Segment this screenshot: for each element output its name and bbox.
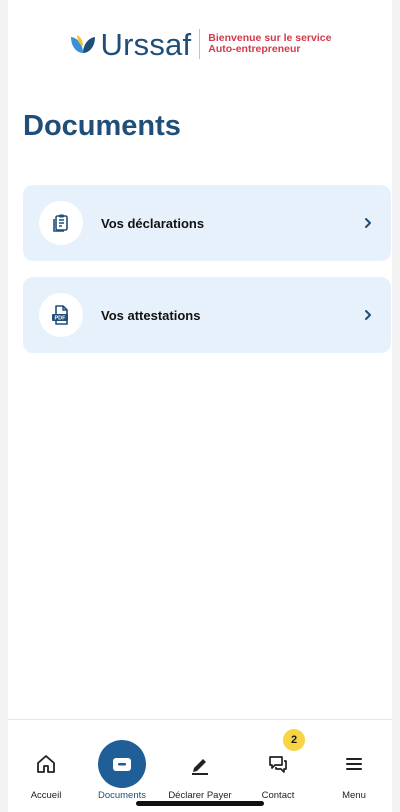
nav-label: Documents [97, 790, 147, 801]
contact-notification-badge: 2 [283, 729, 305, 751]
chevron-right-icon [365, 218, 371, 228]
vos-attestations-card[interactable]: PDF Vos attestations [23, 277, 391, 353]
nav-item-menu[interactable]: Menu [316, 720, 392, 812]
urssaf-logo: Urssaf [69, 29, 192, 60]
nav-label: Accueil [30, 790, 62, 801]
home-indicator [136, 801, 264, 806]
bottom-navigation: Accueil Documents Déclarer Payer 2 Conta… [8, 719, 392, 812]
home-icon [37, 755, 55, 773]
chat-icon [269, 756, 287, 773]
app-header: Urssaf Bienvenue sur le service Auto-ent… [8, 22, 392, 66]
tagline-line-2: Auto-entrepreneur [208, 43, 301, 55]
nav-item-accueil[interactable]: Accueil [8, 720, 84, 812]
nav-item-declarer-payer[interactable]: Déclarer Payer [162, 720, 238, 812]
pdf-file-icon: PDF [52, 305, 68, 325]
nav-item-documents[interactable]: Documents [84, 720, 160, 812]
nav-label: Menu [342, 790, 366, 801]
hamburger-menu-icon [346, 758, 362, 770]
declaration-document-icon [53, 214, 68, 232]
nav-item-contact[interactable]: 2 Contact [240, 720, 316, 812]
urssaf-logo-mark-icon [70, 35, 95, 53]
chevron-right-icon [365, 310, 371, 320]
folder-icon [113, 758, 131, 771]
brand-name: Urssaf [100, 26, 192, 62]
vos-declarations-card[interactable]: Vos déclarations [23, 185, 391, 261]
app-screen: Urssaf Bienvenue sur le service Auto-ent… [8, 0, 392, 812]
pen-icon [192, 759, 208, 775]
active-nav-indicator [98, 740, 146, 788]
card-icon-circle [39, 201, 83, 245]
card-label: Vos attestations [101, 307, 201, 323]
page-title: Documents [23, 110, 181, 142]
header-tagline: Bienvenue sur le service Auto-entreprene… [208, 33, 331, 55]
nav-label: Contact [261, 790, 295, 801]
svg-text:PDF: PDF [55, 316, 67, 322]
card-label: Vos déclarations [101, 215, 205, 231]
nav-label: Déclarer Payer [168, 790, 232, 801]
header-divider [199, 29, 201, 59]
card-icon-circle: PDF [39, 293, 83, 337]
